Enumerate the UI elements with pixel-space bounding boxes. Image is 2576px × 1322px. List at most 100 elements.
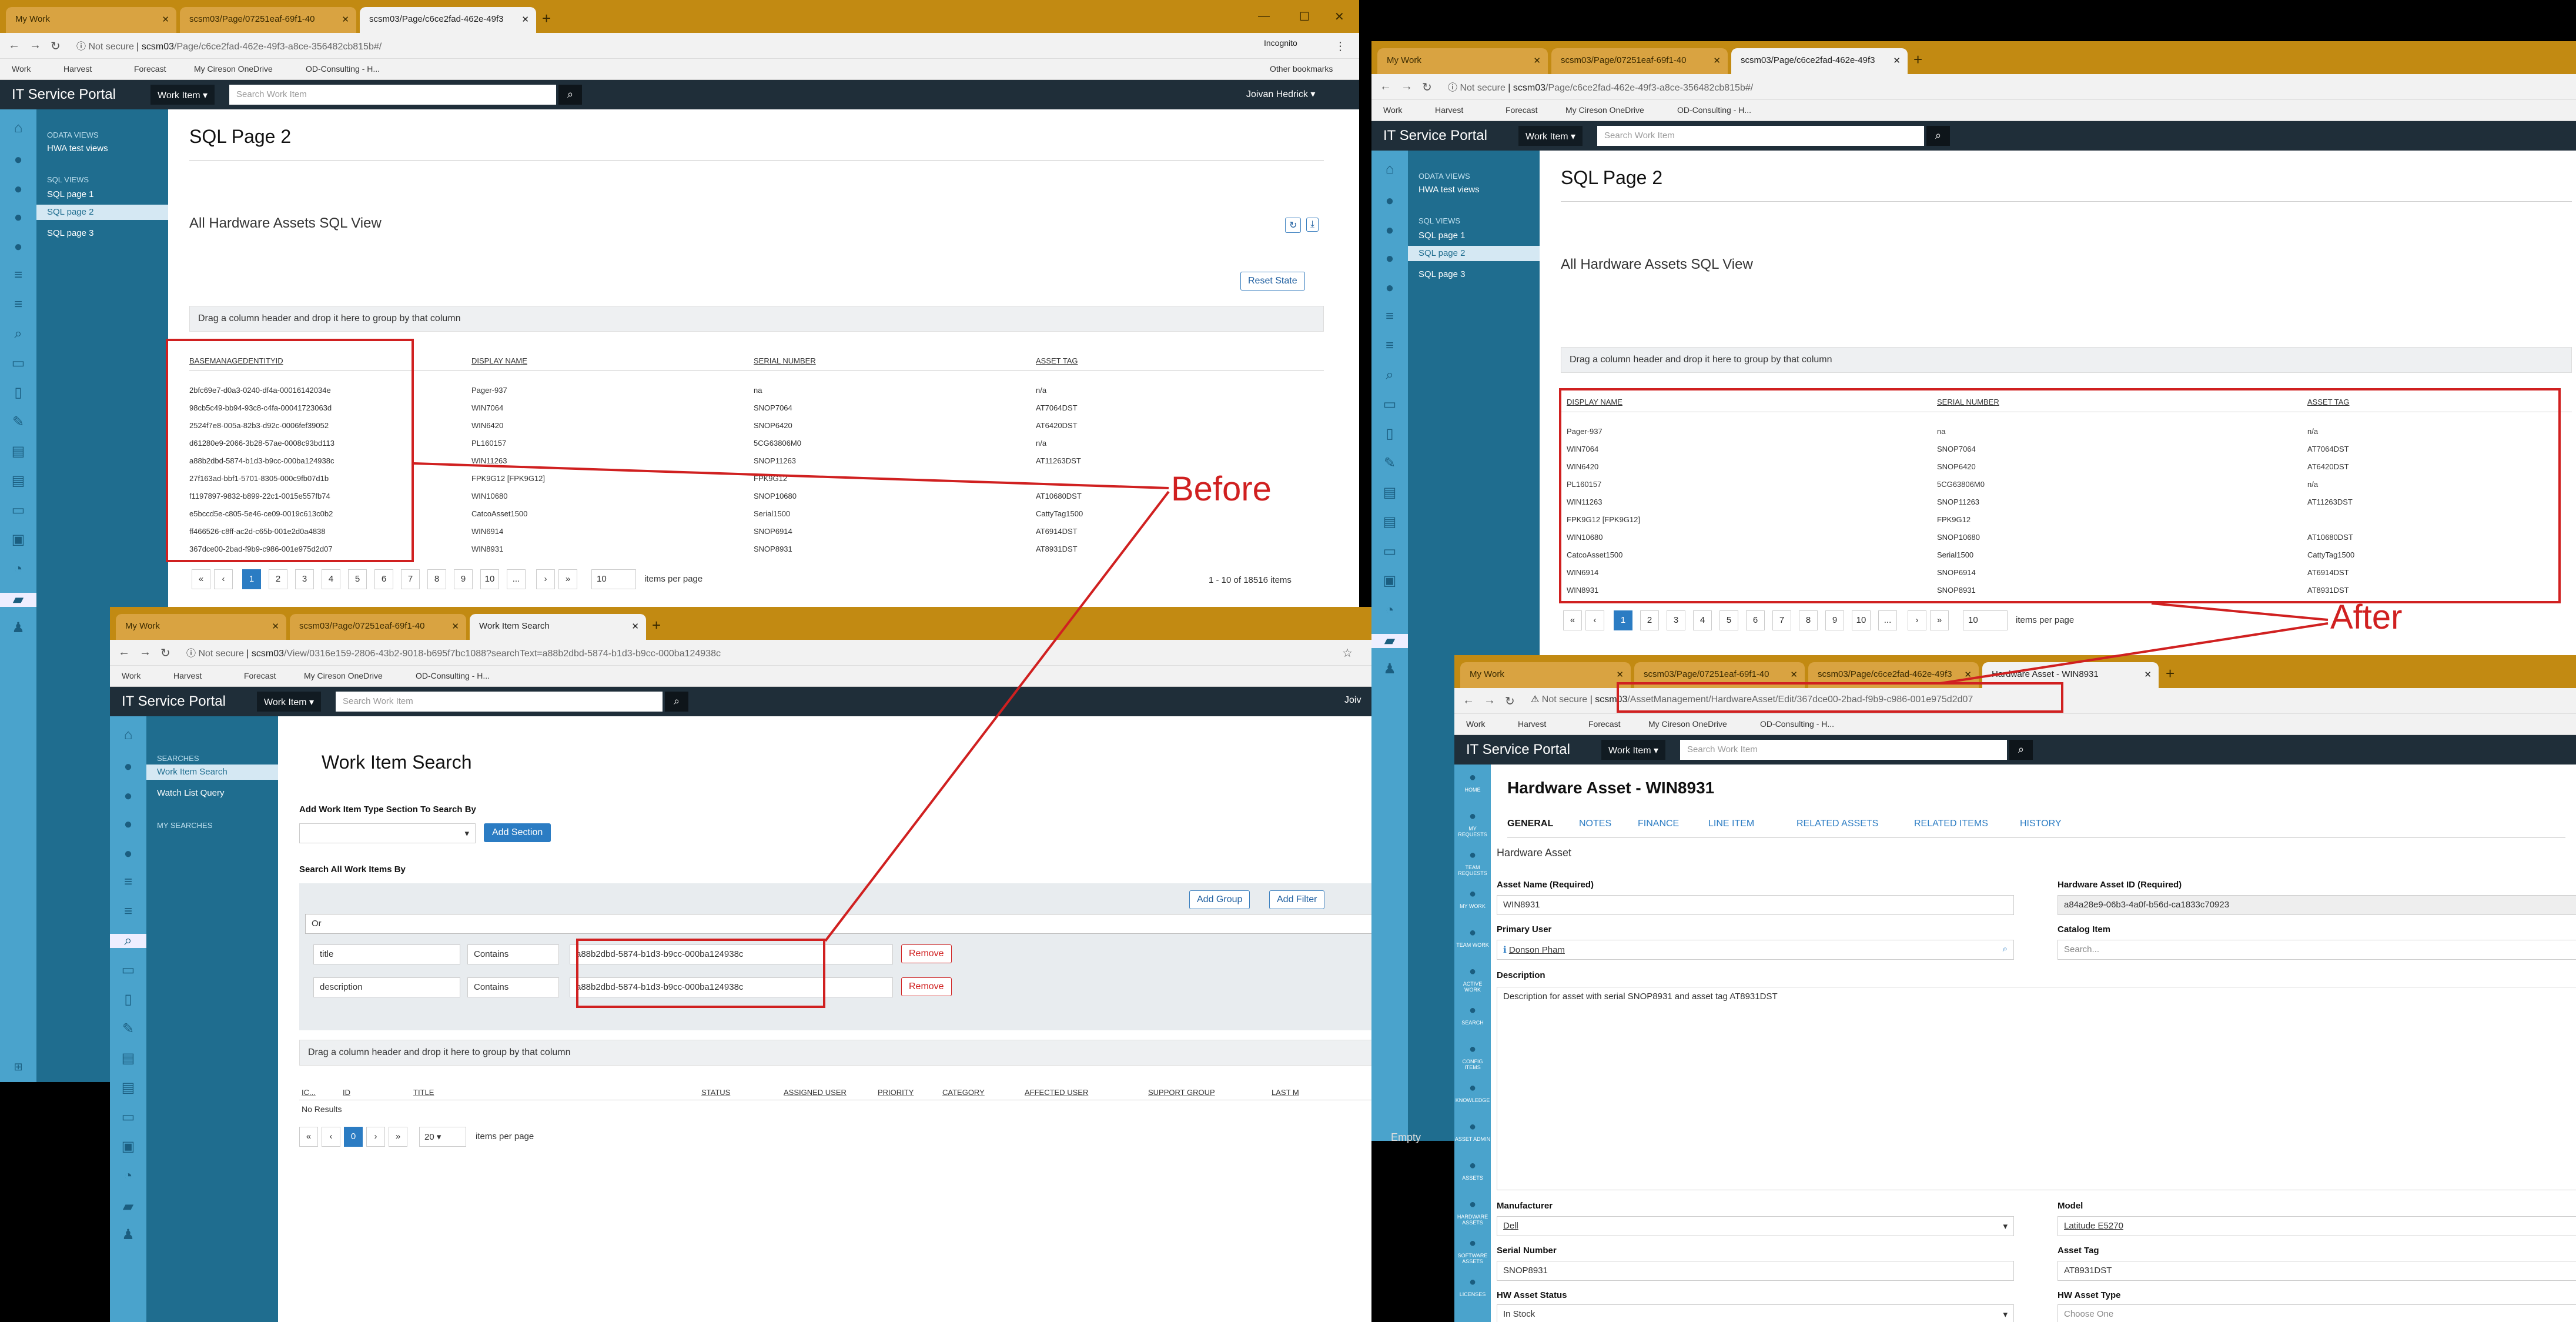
laptop-icon[interactable]: ▭ — [1380, 545, 1400, 559]
col-header-serial-number[interactable]: SERIAL NUMBER — [754, 356, 816, 365]
nav-sql-page-3[interactable]: SQL page 3 — [47, 228, 94, 238]
tab-my-work[interactable]: My Work ✕ — [6, 7, 176, 33]
pager-page[interactable]: 3 — [295, 569, 314, 589]
back-icon[interactable]: ← — [1463, 694, 1474, 707]
search-icon[interactable]: ⌕ — [558, 85, 582, 105]
reload-icon[interactable]: ↻ — [1422, 80, 1432, 95]
close-icon[interactable]: ✕ — [1964, 669, 1972, 680]
new-tab-icon[interactable]: + — [2166, 665, 2174, 683]
user-icon[interactable]: ● — [1380, 252, 1400, 266]
rail-nav-icon[interactable]: ● — [1463, 1197, 1483, 1211]
pager-next[interactable]: › — [1908, 610, 1926, 630]
close-icon[interactable]: ✕ — [1616, 669, 1624, 680]
pager-page[interactable]: 5 — [1719, 610, 1738, 630]
pie-icon[interactable]: ◔ — [1380, 603, 1400, 617]
pager-first[interactable]: « — [1563, 610, 1582, 630]
asset-tag-input[interactable]: AT8931DST — [2058, 1261, 2576, 1281]
results-col-header[interactable]: AFFECTED USER — [1025, 1088, 1088, 1097]
pager-page[interactable]: 5 — [348, 569, 367, 589]
close-icon[interactable]: ✕ — [1533, 55, 1541, 66]
rail-nav-icon[interactable]: ● — [1463, 848, 1483, 862]
criteria-field-select[interactable]: description — [313, 977, 460, 997]
tab-page-c6ce[interactable]: scsm03/Page/c6ce2fad-462e-49f3 ✕ — [1731, 48, 1908, 74]
search-icon[interactable]: ⌕ — [110, 934, 146, 948]
requests-icon[interactable]: ● — [118, 789, 138, 803]
group-drop-zone[interactable]: Drag a column header and drop it here to… — [1561, 347, 2572, 373]
work-item-menu[interactable]: Work Item ▾ — [257, 692, 322, 712]
pager-page[interactable]: 7 — [401, 569, 420, 589]
catalog-item-input[interactable]: Search... — [2058, 940, 2576, 960]
rail-nav-label[interactable]: HOME — [1454, 787, 1491, 793]
rail-nav-label[interactable]: LICENSES — [1454, 1291, 1491, 1297]
requests-icon[interactable]: ● — [8, 182, 28, 196]
pager-page[interactable]: 8 — [1799, 610, 1818, 630]
search-icon[interactable]: ⌕ — [2003, 944, 2008, 954]
tab-my-work[interactable]: My Work ✕ — [1377, 48, 1548, 74]
admin-icon[interactable]: ♟ — [8, 621, 28, 635]
tab-page-0725[interactable]: scsm03/Page/07251eaf-69f1-40 ✕ — [180, 7, 356, 33]
bookmark-onedrive[interactable]: My Cireson OneDrive — [1565, 105, 1644, 115]
remove-criteria-button[interactable]: Remove — [901, 977, 952, 996]
new-tab-icon[interactable]: + — [652, 616, 661, 635]
form-tab[interactable]: HISTORY — [2020, 819, 2062, 829]
rail-nav-label[interactable]: HARDWARE ASSETS — [1454, 1214, 1491, 1226]
save-icon[interactable]: ▣ — [1380, 574, 1400, 588]
reset-state-button[interactable]: Reset State — [1240, 272, 1305, 291]
rail-nav-icon[interactable]: ● — [1463, 1275, 1483, 1289]
pager-next[interactable]: › — [366, 1127, 385, 1147]
serial-number-input[interactable]: SNOP8931 — [1497, 1261, 2014, 1281]
pager-page[interactable]: 6 — [374, 569, 393, 589]
doc-icon[interactable]: ▤ — [8, 445, 28, 459]
laptop-icon[interactable]: ▭ — [8, 503, 28, 518]
chat-icon[interactable]: ● — [1380, 194, 1400, 208]
pager-page[interactable]: 8 — [427, 569, 446, 589]
rail-nav-label[interactable]: MY WORK — [1454, 903, 1491, 909]
results-col-header[interactable]: TITLE — [413, 1088, 434, 1097]
primary-user-input[interactable]: ℹ Donson Pham ⌕ — [1497, 940, 2014, 960]
rail-nav-icon[interactable]: ● — [1463, 1159, 1483, 1173]
reload-icon[interactable]: ↻ — [51, 39, 61, 54]
bookmark-work[interactable]: Work — [12, 64, 31, 74]
results-col-header[interactable]: STATUS — [701, 1088, 730, 1097]
work-item-menu[interactable]: Work Item ▾ — [1518, 126, 1583, 146]
group-drop-zone[interactable]: Drag a column header and drop it here to… — [299, 1040, 1371, 1066]
pager-first[interactable]: « — [299, 1127, 318, 1147]
manufacturer-select[interactable]: Dell ▾ — [1497, 1216, 2014, 1236]
bookmark-forecast[interactable]: Forecast — [134, 64, 166, 74]
criteria-operator-select[interactable]: Contains — [467, 944, 559, 964]
pager-page[interactable]: ... — [507, 569, 526, 589]
home-icon[interactable]: ⌂ — [8, 121, 28, 135]
per-page-select[interactable]: 10 — [591, 569, 636, 589]
new-tab-icon[interactable]: + — [542, 9, 551, 28]
search-input[interactable]: Search Work Item — [1597, 126, 1924, 146]
nav-work-item-search[interactable]: Work Item Search — [146, 765, 278, 780]
bookmark-star-icon[interactable]: ☆ — [1342, 646, 1353, 660]
reload-icon[interactable]: ↻ — [160, 646, 170, 660]
bookmark-od-consulting[interactable]: OD-Consulting - H... — [416, 671, 490, 680]
group-drop-zone[interactable]: Drag a column header and drop it here to… — [189, 306, 1324, 332]
bookmark-forecast[interactable]: Forecast — [1506, 105, 1537, 115]
rail-nav-label[interactable]: CONFIG ITEMS — [1454, 1059, 1491, 1070]
pager-prev[interactable]: ‹ — [322, 1127, 340, 1147]
pie-icon[interactable]: ◔ — [118, 1169, 138, 1183]
add-group-button[interactable]: Add Group — [1189, 890, 1250, 909]
pager-next[interactable]: › — [536, 569, 555, 589]
pager-page[interactable]: 10 — [1852, 610, 1871, 630]
book-icon[interactable]: ▯ — [118, 993, 138, 1007]
rail-nav-icon[interactable]: ● — [1463, 1236, 1483, 1250]
list2-icon[interactable]: ≡ — [118, 904, 138, 919]
pager-last[interactable]: » — [389, 1127, 407, 1147]
wrench-icon[interactable]: ✎ — [8, 415, 28, 429]
nav-hwa-test-views[interactable]: HWA test views — [1419, 185, 1480, 195]
tab-page-c6ce[interactable]: scsm03/Page/c6ce2fad-462e-49f3 ✕ — [360, 7, 536, 33]
tab-page-0725[interactable]: scsm03/Page/07251eaf-69f1-40 ✕ — [1551, 48, 1728, 74]
pager-last[interactable]: » — [558, 569, 577, 589]
bookmark-harvest[interactable]: Harvest — [63, 64, 92, 74]
rail-nav-icon[interactable]: ● — [1463, 1003, 1483, 1017]
pager-page[interactable]: 3 — [1667, 610, 1685, 630]
chat-icon[interactable]: ● — [118, 760, 138, 774]
search-icon[interactable]: ⌕ — [2009, 740, 2033, 760]
pager-page[interactable]: 1 — [242, 569, 261, 589]
tab-work-item-search[interactable]: Work Item Search ✕ — [470, 614, 646, 640]
rail-nav-icon[interactable]: ● — [1463, 964, 1483, 979]
